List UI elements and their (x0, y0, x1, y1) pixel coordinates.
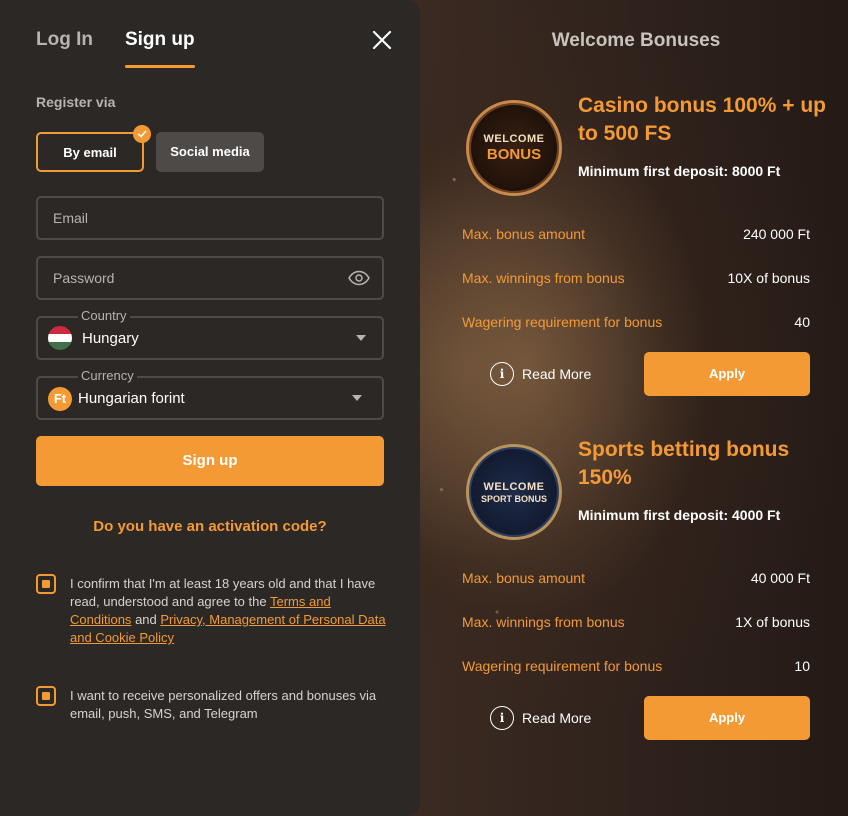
sport-read-more-button[interactable]: i Read More (490, 705, 591, 731)
signup-button[interactable]: Sign up (36, 436, 384, 486)
badge-welcome: WELCOME (483, 133, 545, 145)
show-password-icon[interactable] (348, 270, 370, 286)
country-select[interactable]: Country Hungary (36, 308, 384, 360)
auth-tabs: Log In Sign up (36, 26, 195, 68)
currency-label: Currency (78, 368, 137, 383)
sport-apply-button[interactable]: Apply (644, 696, 810, 740)
read-more-label: Read More (522, 366, 592, 382)
selected-check-icon (133, 125, 151, 143)
casino-wagering-label: Wagering requirement for bonus (462, 314, 663, 330)
by-email-button[interactable]: By email (36, 132, 144, 172)
consent-and: and (135, 612, 157, 627)
social-media-button[interactable]: Social media (156, 132, 264, 172)
email-placeholder: Email (53, 210, 89, 226)
sport-bonus-title: Sports betting bonus 150% (578, 438, 790, 489)
casino-wagering-value: 40 (794, 314, 810, 330)
casino-read-more-button[interactable]: i Read More (490, 361, 591, 387)
casino-bonus-title: Casino bonus 100% + up to 500 FS (578, 94, 826, 145)
casino-min-deposit: Minimum first deposit: 8000 Ft (578, 163, 781, 179)
casino-apply-button[interactable]: Apply (644, 352, 810, 396)
activation-code-link[interactable]: Do you have an activation code? (36, 518, 384, 535)
age-consent-text: I confirm that I'm at least 18 years old… (70, 575, 388, 647)
sport-max-winnings-value: 1X of bonus (735, 614, 810, 630)
password-field[interactable]: Password (36, 256, 384, 300)
sport-wagering-value: 10 (794, 658, 810, 674)
register-via-label: Register via (36, 94, 116, 110)
tab-login[interactable]: Log In (36, 26, 93, 68)
country-value: Hungary (82, 330, 139, 347)
sport-wagering-label: Wagering requirement for bonus (462, 658, 663, 674)
tab-signup[interactable]: Sign up (124, 26, 195, 68)
offers-consent-checkbox[interactable] (36, 686, 56, 706)
email-field[interactable]: Email (36, 196, 384, 240)
sport-min-deposit: Minimum first deposit: 4000 Ft (578, 507, 781, 523)
badge-sport-bonus: SPORT BONUS (480, 493, 547, 504)
badge-bonus: BONUS (486, 146, 542, 163)
welcome-bonuses-title: Welcome Bonuses (551, 30, 721, 51)
casino-max-bonus-label: Max. bonus amount (462, 226, 585, 242)
forint-currency-icon: Ft (48, 387, 72, 411)
chevron-down-icon (356, 335, 366, 341)
close-icon (372, 30, 392, 50)
casino-max-winnings-label: Max. winnings from bonus (462, 270, 625, 286)
chevron-down-icon (352, 395, 362, 401)
country-label: Country (78, 308, 130, 323)
currency-value: Hungarian forint (78, 390, 185, 407)
read-more-label: Read More (522, 710, 592, 726)
info-icon: i (490, 362, 514, 386)
signup-panel: Log In Sign up Register via By email Soc… (0, 0, 420, 816)
sport-max-bonus-label: Max. bonus amount (462, 570, 585, 586)
casino-max-bonus-value: 240 000 Ft (743, 226, 810, 242)
casino-bonus-badge-icon: WELCOME BONUS (466, 100, 562, 196)
password-placeholder: Password (53, 270, 115, 286)
info-icon: i (490, 706, 514, 730)
casino-max-winnings-value: 10X of bonus (727, 270, 810, 286)
close-button[interactable] (370, 28, 394, 52)
sport-max-winnings-label: Max. winnings from bonus (462, 614, 625, 630)
sport-max-bonus-value: 40 000 Ft (750, 570, 810, 586)
age-consent-checkbox[interactable] (36, 574, 56, 594)
hungary-flag-icon (48, 326, 72, 350)
badge-welcome: WELCOME (483, 480, 545, 493)
currency-select[interactable]: Currency Ft Hungarian forint (36, 368, 384, 420)
sport-bonus-badge-icon: WELCOME SPORT BONUS (466, 444, 562, 540)
offers-consent-text: I want to receive personalized offers an… (70, 688, 377, 721)
